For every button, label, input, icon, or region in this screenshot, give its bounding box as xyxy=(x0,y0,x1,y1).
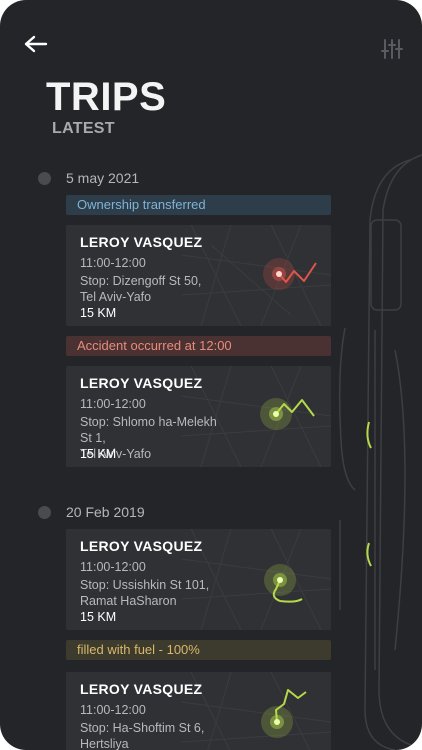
trip-card[interactable]: LEROY VASQUEZ 11:00-12:00 Stop: Shlomo h… xyxy=(66,366,331,467)
timeline-date: 20 Feb 2019 xyxy=(38,504,145,520)
driver-name: LEROY VASQUEZ xyxy=(80,681,203,697)
sliders-icon[interactable] xyxy=(380,38,404,60)
timeline-dot xyxy=(38,505,51,519)
trip-distance: 15 KM xyxy=(80,306,117,320)
trip-stop: Stop: Dizengoff St 50, Tel Aviv-Yafo xyxy=(80,273,230,305)
driver-name: LEROY VASQUEZ xyxy=(80,538,203,554)
date-label: 20 Feb 2019 xyxy=(66,504,145,520)
timeline-dot xyxy=(38,171,51,185)
trip-stop: Stop: Ussishkin St 101, Ramat HaSharon xyxy=(80,577,230,609)
trip-distance: 15 KM xyxy=(80,447,117,461)
driver-name: LEROY VASQUEZ xyxy=(80,234,203,250)
trip-time: 11:00-12:00 xyxy=(80,256,146,270)
trip-time: 11:00-12:00 xyxy=(80,560,146,574)
route-map xyxy=(264,564,303,603)
stop-line-2: Ramat HaSharon xyxy=(80,594,177,608)
stop-line-1: Stop: Ha-Shoftim St 6, xyxy=(80,721,205,735)
event-badge-accident: Accident occurred at 12:00 xyxy=(66,336,331,356)
trip-time: 11:00-12:00 xyxy=(80,397,146,411)
car-silhouette xyxy=(338,154,422,750)
stop-line-2: Tel Aviv-Yafo xyxy=(80,290,152,304)
route-map xyxy=(261,689,307,738)
arrow-left-icon[interactable] xyxy=(22,33,48,55)
trip-card[interactable]: LEROY VASQUEZ 11:00-12:00 Stop: Ha-Shoft… xyxy=(66,672,331,750)
event-badge-ownership: Ownership transferred xyxy=(66,195,331,215)
trip-stop: Stop: Ha-Shoftim St 6, Hertsliya xyxy=(80,720,230,750)
timeline-date: 5 may 2021 xyxy=(38,170,139,186)
stop-line-1: Stop: Shlomo ha-Melekh St 1, xyxy=(80,415,217,445)
trip-distance: 15 KM xyxy=(80,610,117,624)
trip-card[interactable]: LEROY VASQUEZ 11:00-12:00 Stop: Dizengof… xyxy=(66,225,331,326)
stop-line-1: Stop: Ussishkin St 101, xyxy=(80,578,210,592)
trip-card[interactable]: LEROY VASQUEZ 11:00-12:00 Stop: Ussishki… xyxy=(66,529,331,630)
trip-time: 11:00-12:00 xyxy=(80,703,146,717)
driver-name: LEROY VASQUEZ xyxy=(80,375,203,391)
event-badge-fuel: filled with fuel - 100% xyxy=(66,640,331,660)
route-map xyxy=(260,398,315,430)
page-title: TRIPS xyxy=(46,75,167,119)
trips-screen: TRIPS LATEST 5 may 2021 Ownership transf… xyxy=(0,0,422,750)
stop-line-2: Hertsliya xyxy=(80,737,129,750)
stop-line-1: Stop: Dizengoff St 50, xyxy=(80,274,202,288)
date-label: 5 may 2021 xyxy=(66,170,140,186)
route-map xyxy=(263,258,317,290)
page-subtitle: LATEST xyxy=(52,120,115,137)
